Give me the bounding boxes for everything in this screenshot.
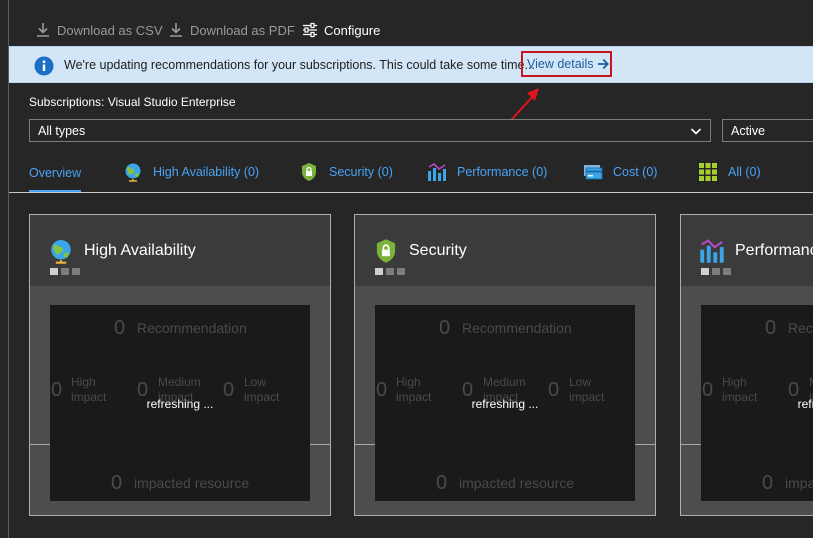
recommendation-label: Recommendation — [462, 320, 572, 336]
recommendation-count: 0 — [114, 317, 126, 339]
refreshing-label: refreshing ... — [797, 397, 813, 411]
shield-lock-icon — [376, 239, 396, 263]
recommendation-count: 0 — [439, 317, 451, 339]
loading-dots — [50, 268, 80, 275]
loading-dots — [375, 268, 405, 275]
tab-label: Performance (0) — [457, 165, 548, 179]
card-high-availability[interactable]: High Availability 0 Recommendation 0 Hig… — [29, 214, 331, 516]
download-icon — [170, 23, 182, 37]
configure-label: Configure — [324, 22, 381, 38]
card-performance[interactable]: Performance 0 Recommendation 0 High impa… — [680, 214, 813, 516]
info-icon — [34, 56, 54, 76]
refresh-overlay: 0 Recommendation 0 High impact 0 Medium … — [701, 305, 813, 501]
type-filter-select[interactable]: All types — [29, 119, 711, 142]
toolbar: Download as CSV Download as PDF Configur… — [0, 0, 813, 46]
impacted-resource-label: impacted resource — [785, 475, 813, 491]
globe-icon — [51, 239, 71, 264]
download-pdf-label: Download as PDF — [190, 22, 295, 38]
impacted-resource-count: 0 — [436, 472, 448, 494]
impacted-resource-count: 0 — [111, 472, 123, 494]
refreshing-label: refreshing ... — [146, 397, 214, 411]
shield-lock-icon — [302, 163, 316, 181]
tab-high-availability[interactable]: High Availability (0) — [123, 160, 259, 184]
card-header: High Availability — [48, 237, 196, 265]
tab-label: Security (0) — [329, 165, 393, 179]
download-csv-button[interactable]: Download as CSV — [35, 20, 163, 40]
tab-label: All (0) — [728, 165, 761, 179]
impacted-resource-label: impacted resource — [134, 475, 250, 491]
tab-label: Overview — [29, 166, 82, 180]
view-details-label: View details — [527, 57, 594, 71]
credit-card-icon — [584, 165, 603, 180]
tab-label: High Availability (0) — [153, 165, 260, 179]
loading-dots — [701, 268, 731, 275]
card-header: Security — [373, 237, 467, 265]
refresh-overlay: 0 Recommendation 0 High impact 0 Medium … — [375, 305, 635, 501]
status-filter-select[interactable]: Active — [722, 119, 813, 142]
tab-performance[interactable]: Performance (0) — [427, 160, 547, 184]
tab-overview[interactable]: Overview — [29, 160, 82, 192]
subscriptions-label: Subscriptions: Visual Studio Enterprise — [29, 95, 236, 109]
tab-cost[interactable]: Cost (0) — [583, 160, 657, 184]
impacted-resource-count: 0 — [762, 472, 774, 494]
card-security[interactable]: Security 0 Recommendation 0 High impact … — [354, 214, 656, 516]
view-details-link[interactable]: View details — [521, 51, 612, 77]
download-pdf-button[interactable]: Download as PDF — [168, 20, 295, 40]
tab-bar: Overview High Availability (0) Security … — [9, 155, 813, 193]
card-title: Performance — [735, 242, 813, 259]
card-header: Performance — [699, 237, 813, 265]
refresh-overlay: 0 Recommendation 0 High impact 0 Medium … — [50, 305, 310, 501]
grid-icon — [699, 163, 717, 181]
tab-security[interactable]: Security (0) — [299, 160, 393, 184]
bar-chart-icon — [428, 162, 446, 181]
arrow-right-icon — [598, 58, 610, 70]
status-filter-value: Active — [731, 124, 766, 138]
bar-chart-icon — [700, 239, 724, 263]
refreshing-label: refreshing ... — [471, 397, 539, 411]
recommendation-label: Recommendation — [137, 320, 247, 336]
banner-message: We're updating recommendations for your … — [64, 58, 535, 72]
recommendation-count: 0 — [765, 317, 777, 339]
card-title: Security — [409, 242, 467, 259]
impacted-resource-label: impacted resource — [459, 475, 575, 491]
download-csv-label: Download as CSV — [57, 22, 163, 38]
download-icon — [37, 23, 49, 37]
configure-button[interactable]: Configure — [302, 20, 380, 40]
card-title: High Availability — [84, 242, 196, 259]
info-banner: We're updating recommendations for your … — [9, 46, 813, 83]
chevron-down-icon — [690, 128, 702, 135]
tab-label: Cost (0) — [613, 165, 658, 179]
globe-icon — [125, 163, 141, 182]
recommendation-label: Recommendation — [788, 320, 813, 336]
type-filter-value: All types — [38, 124, 86, 138]
tab-all[interactable]: All (0) — [698, 160, 761, 184]
sliders-icon — [303, 22, 317, 38]
